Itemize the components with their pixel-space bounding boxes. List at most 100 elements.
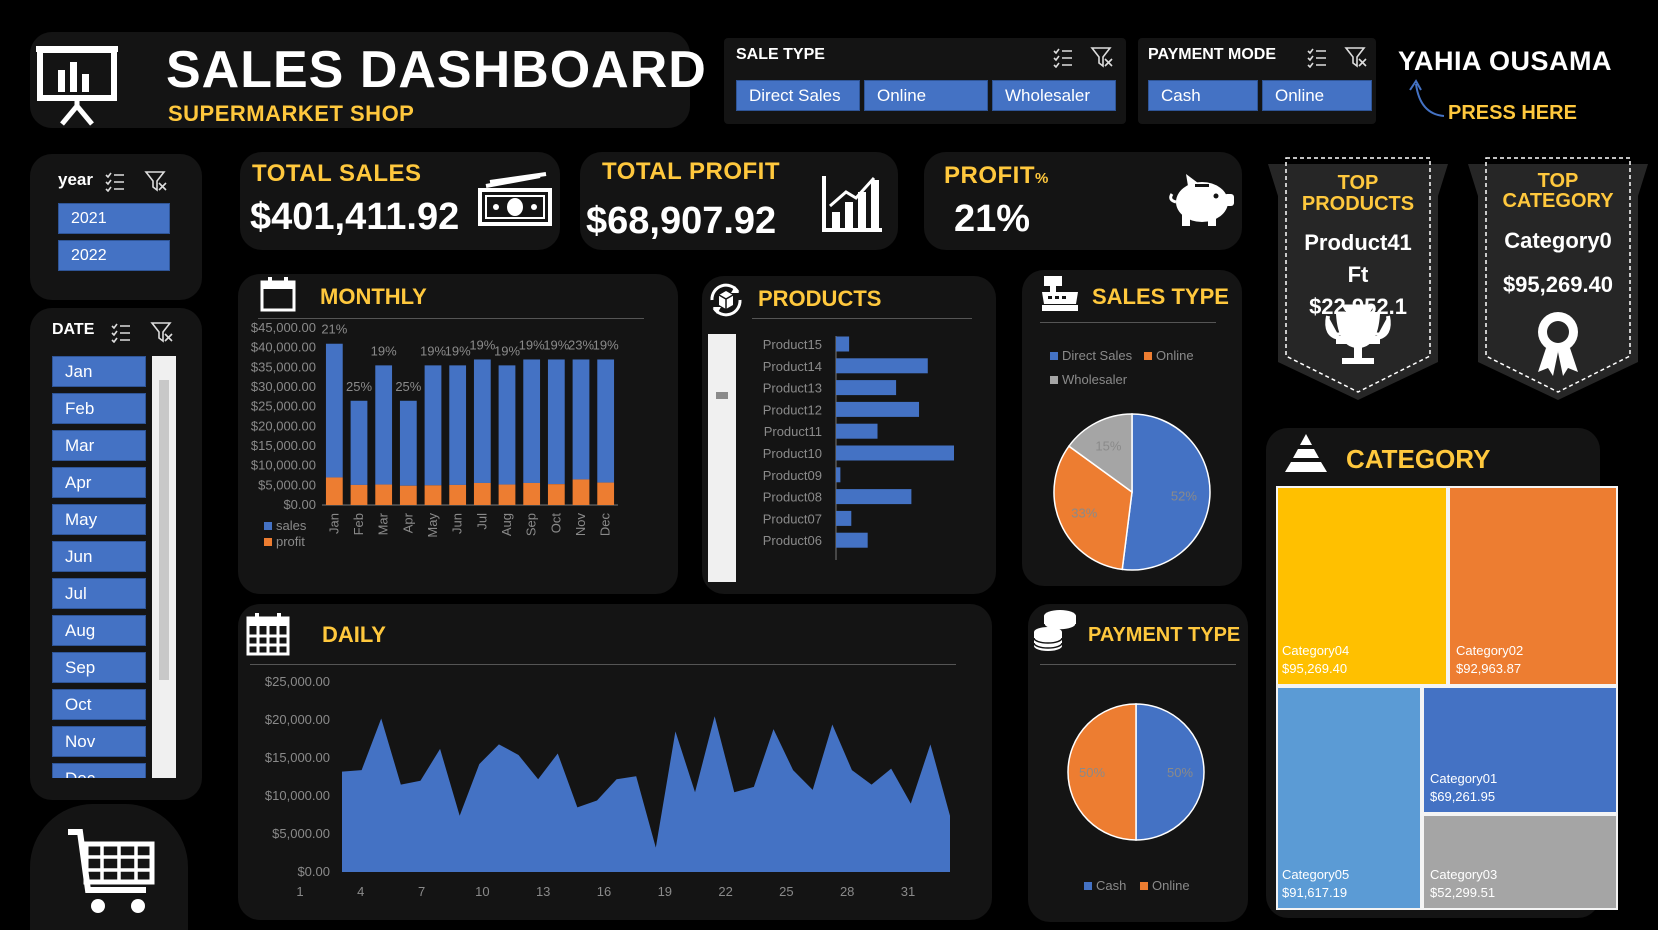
bar	[836, 358, 928, 374]
date-option-jul[interactable]: Jul	[52, 578, 146, 609]
y-tick-label: Product13	[763, 381, 822, 396]
bar-sales	[375, 365, 393, 485]
bar-sales	[498, 365, 516, 485]
date-option-apr[interactable]: Apr	[52, 467, 146, 498]
y-tick-label: $20,000.00	[265, 712, 330, 727]
data-label: 52%	[1171, 488, 1197, 503]
clear-filter-icon[interactable]	[150, 321, 174, 343]
treemap-label: Category03	[1430, 867, 1498, 882]
products-title: PRODUCTS	[758, 286, 882, 311]
growth-chart-icon	[822, 176, 882, 232]
data-label: 50%	[1167, 765, 1193, 780]
treemap-label: Category04	[1282, 643, 1350, 658]
y-tick-label: $15,000.00	[265, 750, 330, 765]
page-title: SALES DASHBOARD	[166, 41, 707, 99]
clear-filter-icon[interactable]	[1090, 46, 1114, 68]
y-tick-label: $5,000.00	[272, 826, 330, 841]
y-tick-label: Product14	[763, 359, 822, 374]
multi-select-icon[interactable]	[104, 170, 126, 192]
date-option-nov[interactable]: Nov	[52, 726, 146, 757]
legend-label: Online	[1152, 878, 1190, 893]
multi-select-icon[interactable]	[1052, 46, 1074, 68]
bar-sales	[350, 400, 368, 485]
y-tick-label: $10,000.00	[265, 788, 330, 803]
year-option-2021[interactable]: 2021	[58, 203, 170, 234]
y-tick-label: $35,000.00	[251, 359, 316, 374]
multi-select-icon[interactable]	[110, 321, 132, 343]
products-scrollbar[interactable]	[708, 334, 736, 582]
x-tick-label: Feb	[351, 513, 366, 535]
bar	[836, 532, 868, 548]
legend-swatch	[1144, 352, 1152, 360]
total-profit-title: TOTAL PROFIT	[602, 158, 780, 185]
treemap-cell-category05[interactable]: Category05 $91,617.19	[1278, 688, 1420, 908]
treemap-label: Category01	[1430, 771, 1498, 786]
calendar-grid-icon	[246, 613, 290, 656]
sale-type-option-wholesaler[interactable]: Wholesaler	[992, 80, 1116, 111]
x-tick-label: 16	[597, 884, 611, 899]
scrollbar-thumb[interactable]	[716, 392, 728, 399]
y-tick-label: Product07	[763, 511, 822, 526]
date-option-oct[interactable]: Oct	[52, 689, 146, 720]
legend-label-sales: sales	[276, 518, 307, 533]
date-option-jun[interactable]: Jun	[52, 541, 146, 572]
treemap-cell-category02[interactable]: Category02 $92,963.87	[1450, 488, 1616, 684]
legend-swatch-sales	[264, 522, 272, 530]
bar	[836, 467, 841, 483]
products-chart: Product15 Product14 Product13 Product12 Prod…	[763, 336, 954, 560]
treemap-cell-category03[interactable]: Category03 $52,299.51	[1424, 816, 1616, 908]
treemap-value: $92,963.87	[1456, 661, 1522, 676]
date-option-mar[interactable]: Mar	[52, 430, 146, 461]
legend-label-profit: profit	[276, 534, 305, 549]
scrollbar-thumb[interactable]	[159, 380, 169, 680]
monthly-title: MONTHLY	[320, 284, 427, 309]
data-label: 25%	[346, 379, 372, 394]
total-profit-value: $68,907.92	[586, 200, 777, 242]
bar	[836, 336, 850, 352]
date-slicer-title: DATE	[52, 321, 95, 338]
payment-mode-option-online[interactable]: Online	[1262, 80, 1372, 111]
monthly-divider	[258, 318, 644, 319]
treemap-cell-category04[interactable]: Category04 $95,269.40	[1278, 488, 1446, 684]
sale-type-option-online[interactable]: Online	[864, 80, 988, 111]
bar-profit	[547, 484, 565, 505]
y-tick-label: $15,000.00	[251, 438, 316, 453]
bar-sales	[572, 359, 590, 480]
bar-sales	[325, 343, 343, 478]
sale-type-option-direct-sales[interactable]: Direct Sales	[736, 80, 860, 111]
date-slicer-scrollbar[interactable]	[152, 356, 176, 778]
date-option-sep[interactable]: Sep	[52, 652, 146, 683]
calendar-icon	[260, 277, 296, 312]
products-divider	[752, 318, 972, 319]
y-tick-label: Product08	[763, 490, 822, 505]
treemap-value: $52,299.51	[1430, 885, 1496, 900]
legend-swatch-profit	[264, 538, 272, 546]
payment-mode-option-cash[interactable]: Cash	[1148, 80, 1258, 111]
bar-sales	[547, 359, 565, 485]
data-label: 15%	[1095, 439, 1121, 454]
press-here-link[interactable]: PRESS HERE	[1448, 102, 1577, 125]
x-tick-label: 22	[718, 884, 732, 899]
legend-swatch	[1050, 376, 1058, 384]
legend-label: Cash	[1096, 878, 1126, 893]
treemap-label: Category02	[1456, 643, 1524, 658]
year-slicer-title: year	[58, 170, 93, 189]
data-label: 19%	[445, 343, 471, 358]
date-option-dec[interactable]: Dec	[52, 763, 146, 778]
clear-filter-icon[interactable]	[1344, 46, 1368, 68]
multi-select-icon[interactable]	[1306, 46, 1328, 68]
bar	[836, 423, 878, 439]
date-option-jan[interactable]: Jan	[52, 356, 146, 387]
date-option-aug[interactable]: Aug	[52, 615, 146, 646]
date-option-feb[interactable]: Feb	[52, 393, 146, 424]
products-cycle-icon	[710, 283, 742, 317]
clear-filter-icon[interactable]	[144, 170, 168, 192]
x-tick-label: Aug	[499, 513, 514, 536]
date-option-may[interactable]: May	[52, 504, 146, 535]
year-option-2022[interactable]: 2022	[58, 240, 170, 271]
bar	[836, 380, 897, 396]
x-tick-label: Apr	[400, 512, 415, 533]
treemap-cell-category01[interactable]: Category01 $69,261.95	[1424, 688, 1616, 812]
pyramid-icon	[1285, 434, 1327, 472]
data-label: 19%	[543, 337, 569, 352]
